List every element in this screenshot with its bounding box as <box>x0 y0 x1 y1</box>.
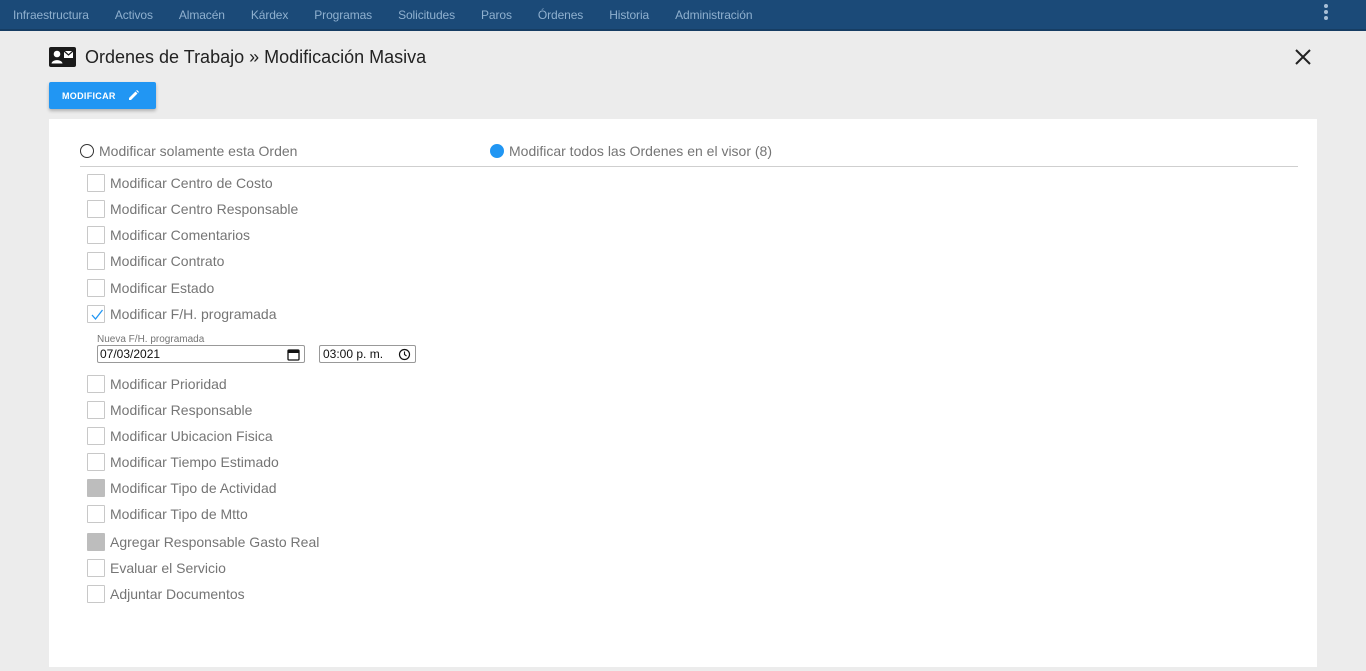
checkbox[interactable] <box>87 174 105 192</box>
option-label: Modificar Ubicacion Fisica <box>110 428 273 444</box>
option-label: Agregar Responsable Gasto Real <box>110 534 320 550</box>
schedule-time-input[interactable]: 03:00 p. m. <box>319 345 416 363</box>
schedule-time-value: 03:00 p. m. <box>323 347 384 361</box>
calendar-icon[interactable] <box>287 348 300 364</box>
option-label: Modificar Centro Responsable <box>110 201 299 217</box>
option-label: Modificar Prioridad <box>110 376 227 392</box>
radio-this-order-label: Modificar solamente esta Orden <box>99 143 298 159</box>
nav-item-paros[interactable]: Paros <box>468 8 525 22</box>
checkbox-disabled <box>87 479 105 497</box>
option-label: Modificar Tiempo Estimado <box>110 454 279 470</box>
modify-button-label: MODIFICAR <box>62 90 116 101</box>
schedule-date-input[interactable]: 07/03/2021 <box>97 345 305 363</box>
nav-item-infraestructura[interactable]: Infraestructura <box>0 8 102 22</box>
option-centro-costo[interactable]: Modificar Centro de Costo <box>87 174 273 192</box>
nav-item-programas[interactable]: Programas <box>301 8 385 22</box>
option-label: Modificar Estado <box>110 280 215 296</box>
option-adjuntar-documentos[interactable]: Adjuntar Documentos <box>87 585 245 603</box>
pencil-icon <box>128 90 139 101</box>
checkbox[interactable] <box>87 453 105 471</box>
checkbox[interactable] <box>87 427 105 445</box>
option-label: Modificar Contrato <box>110 253 225 269</box>
radio-all-orders-circle[interactable] <box>490 144 504 158</box>
option-ubicacion-fisica[interactable]: Modificar Ubicacion Fisica <box>87 427 273 445</box>
option-tipo-mtto[interactable]: Modificar Tipo de Mtto <box>87 505 248 523</box>
option-label: Modificar Tipo de Mtto <box>110 506 248 522</box>
option-estado[interactable]: Modificar Estado <box>87 279 214 297</box>
more-menu-icon[interactable] <box>1323 4 1329 20</box>
option-evaluar-servicio[interactable]: Evaluar el Servicio <box>87 559 226 577</box>
option-responsable-gasto-real: Agregar Responsable Gasto Real <box>87 533 319 551</box>
option-label: Evaluar el Servicio <box>110 560 226 576</box>
radio-all-orders[interactable]: Modificar todos las Ordenes en el visor … <box>490 143 772 159</box>
option-label: Modificar Responsable <box>110 402 253 418</box>
option-label: Modificar Tipo de Actividad <box>110 480 277 496</box>
nav-item-almacen[interactable]: Almacén <box>166 8 238 22</box>
option-label: Modificar F/H. programada <box>110 306 277 322</box>
checkbox-disabled <box>87 533 105 551</box>
contact-card-icon <box>49 47 76 72</box>
radio-this-order[interactable]: Modificar solamente esta Orden <box>80 143 297 159</box>
clock-icon[interactable] <box>398 348 411 364</box>
checkbox[interactable] <box>87 585 105 603</box>
option-fh-programada[interactable]: Modificar F/H. programada <box>87 305 277 323</box>
nav-item-activos[interactable]: Activos <box>102 8 166 22</box>
checkbox[interactable] <box>87 505 105 523</box>
close-icon[interactable] <box>1294 48 1312 66</box>
option-label: Adjuntar Documentos <box>110 586 245 602</box>
checkbox[interactable] <box>87 559 105 577</box>
radio-this-order-circle[interactable] <box>80 144 94 158</box>
option-label: Modificar Centro de Costo <box>110 175 273 191</box>
checkbox[interactable] <box>87 226 105 244</box>
top-nav-bar: Infraestructura Activos Almacén Kárdex P… <box>0 0 1366 31</box>
checkbox[interactable] <box>87 279 105 297</box>
nav-item-solicitudes[interactable]: Solicitudes <box>385 8 468 22</box>
nav-item-historia[interactable]: Historia <box>596 8 662 22</box>
option-label: Modificar Comentarios <box>110 227 251 243</box>
page-title: Ordenes de Trabajo » Modificación Masiva <box>85 47 427 67</box>
checkmark-icon <box>91 309 104 321</box>
option-responsable[interactable]: Modificar Responsable <box>87 401 252 419</box>
option-tiempo-estimado[interactable]: Modificar Tiempo Estimado <box>87 453 279 471</box>
nav-item-kardex[interactable]: Kárdex <box>238 8 301 22</box>
option-tipo-actividad: Modificar Tipo de Actividad <box>87 479 277 497</box>
schedule-date-value: 07/03/2021 <box>100 347 161 361</box>
modify-button[interactable]: MODIFICAR <box>49 82 156 109</box>
schedule-label: Nueva F/H. programada <box>97 334 205 345</box>
scope-radio-group: Modificar solamente esta Orden Modificar… <box>80 141 1298 167</box>
nav-item-ordenes[interactable]: Órdenes <box>525 8 596 22</box>
nav-item-administracion[interactable]: Administración <box>662 8 765 22</box>
bulk-edit-card: Modificar solamente esta Orden Modificar… <box>49 119 1317 667</box>
checkbox[interactable] <box>87 252 105 270</box>
option-contrato[interactable]: Modificar Contrato <box>87 252 224 270</box>
option-prioridad[interactable]: Modificar Prioridad <box>87 375 227 393</box>
checkbox[interactable] <box>87 375 105 393</box>
radio-all-orders-label: Modificar todos las Ordenes en el visor … <box>509 143 772 159</box>
checkbox[interactable] <box>87 401 105 419</box>
option-centro-responsable[interactable]: Modificar Centro Responsable <box>87 200 298 218</box>
checkbox-checked[interactable] <box>87 305 105 323</box>
checkbox[interactable] <box>87 200 105 218</box>
option-comentarios[interactable]: Modificar Comentarios <box>87 226 250 244</box>
